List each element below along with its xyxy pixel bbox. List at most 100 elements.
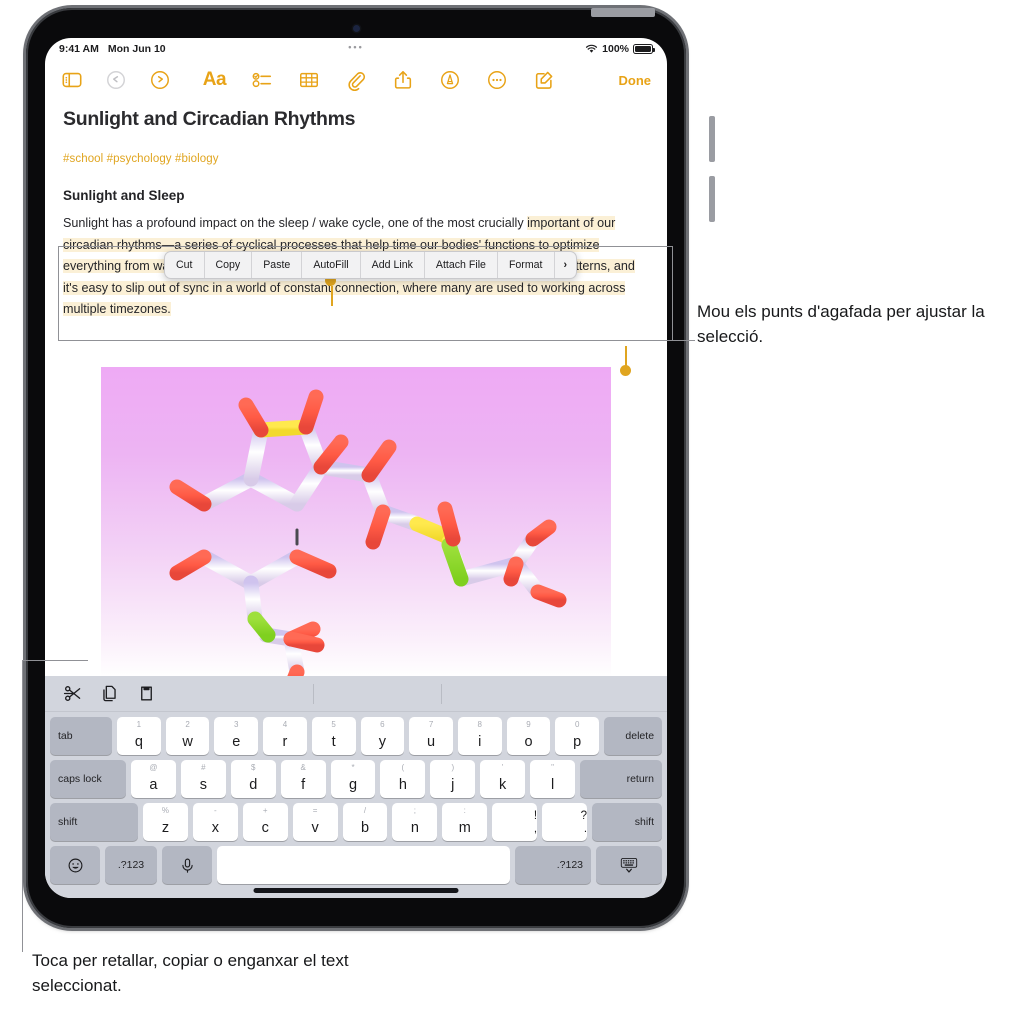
- keyboard-row-4: .?123 .?123: [45, 846, 667, 884]
- key-question-period[interactable]: ?.: [542, 803, 588, 841]
- key-k[interactable]: ' k: [480, 760, 526, 798]
- home-indicator[interactable]: [253, 888, 459, 893]
- checklist-icon[interactable]: [251, 69, 273, 91]
- key-k-main: k: [499, 777, 507, 793]
- key-numbers-right[interactable]: .?123: [515, 846, 591, 884]
- key-shift-left[interactable]: shift: [50, 803, 138, 841]
- text-context-menu[interactable]: Cut Copy Paste AutoFill Add Link Attach …: [164, 251, 578, 279]
- key-m[interactable]: :m: [442, 803, 488, 841]
- key-d[interactable]: $ d: [230, 760, 276, 798]
- key-d-main: d: [249, 777, 258, 793]
- menu-item-paste[interactable]: Paste: [252, 252, 303, 278]
- undo-icon[interactable]: [105, 69, 127, 91]
- key-e[interactable]: 3e: [214, 717, 259, 755]
- sidebar-toggle-icon[interactable]: [61, 69, 83, 91]
- key-v[interactable]: = v: [292, 803, 338, 841]
- status-time: 9:41 AM: [59, 43, 99, 55]
- key-w[interactable]: 2w: [165, 717, 210, 755]
- key-w-main: w: [182, 734, 193, 750]
- menu-item-format[interactable]: Format: [498, 252, 555, 278]
- key-n[interactable]: ; n: [392, 803, 438, 841]
- redo-icon[interactable]: [149, 69, 171, 91]
- selection-handle-end[interactable]: [620, 346, 631, 376]
- key-j[interactable]: ) j: [430, 760, 476, 798]
- menu-item-copy[interactable]: Copy: [205, 252, 253, 278]
- key-caps-lock[interactable]: caps lock: [50, 760, 126, 798]
- key-o-main: o: [524, 734, 533, 750]
- key-a[interactable]: @ a: [131, 760, 176, 798]
- microphone-icon[interactable]: [162, 846, 212, 884]
- key-z[interactable]: % z: [143, 803, 188, 841]
- more-ellipsis-icon[interactable]: [486, 69, 508, 91]
- scissors-icon[interactable]: [63, 684, 82, 703]
- key-shift-right[interactable]: shift: [592, 803, 663, 841]
- key-i-main: i: [478, 734, 482, 750]
- key-l[interactable]: " l: [530, 760, 576, 798]
- menu-item-cut[interactable]: Cut: [165, 252, 205, 278]
- note-subheading: Sunlight and Sleep: [63, 188, 185, 203]
- menu-item-autofill[interactable]: AutoFill: [302, 252, 361, 278]
- menu-item-add-link[interactable]: Add Link: [361, 252, 425, 278]
- key-l-main: l: [550, 777, 555, 793]
- key-r[interactable]: 4r: [263, 717, 307, 755]
- done-button[interactable]: Done: [619, 73, 652, 88]
- leader-line-selection-left: [58, 246, 60, 341]
- key-delete[interactable]: delete: [604, 717, 663, 755]
- note-title: Sunlight and Circadian Rhythms: [63, 108, 356, 130]
- key-y-sup: 6: [380, 720, 385, 729]
- molecule-image[interactable]: [101, 367, 611, 677]
- key-tab[interactable]: tab: [50, 717, 112, 755]
- emoji-icon[interactable]: [50, 846, 100, 884]
- menu-item-attach-file[interactable]: Attach File: [425, 252, 498, 278]
- key-c[interactable]: + c: [242, 803, 288, 841]
- hide-keyboard-icon[interactable]: [596, 846, 662, 884]
- keyboard-row-1: tab 1q 2w 3e 4r 5t 6y 7u 8i 9o 0p delete: [45, 717, 667, 755]
- key-i[interactable]: 8i: [457, 717, 502, 755]
- selection-handle-start[interactable]: [324, 275, 336, 306]
- key-f[interactable]: & f: [280, 760, 326, 798]
- key-o[interactable]: 9o: [506, 717, 551, 755]
- key-c-main: c: [261, 820, 269, 836]
- key-x[interactable]: -x: [192, 803, 238, 841]
- key-b[interactable]: / b: [342, 803, 388, 841]
- key-v-main: v: [311, 820, 319, 836]
- compose-icon[interactable]: [533, 69, 555, 91]
- key-r-sup: 4: [282, 720, 288, 729]
- copy-icon[interactable]: [100, 684, 119, 703]
- key-t[interactable]: 5t: [311, 717, 356, 755]
- key-exclaim-comma[interactable]: !,: [492, 803, 538, 841]
- leader-line-cut-vertical: [22, 660, 24, 952]
- share-icon[interactable]: [392, 69, 414, 91]
- key-u[interactable]: 7u: [409, 717, 453, 755]
- note-tags[interactable]: #school #psychology #biology: [63, 153, 649, 165]
- table-icon[interactable]: [298, 69, 320, 91]
- battery-percent-label: 100%: [602, 43, 629, 55]
- power-button[interactable]: [591, 8, 655, 17]
- paperclip-icon[interactable]: [345, 69, 367, 91]
- volume-up-button[interactable]: [709, 116, 715, 162]
- key-s[interactable]: # s: [180, 760, 226, 798]
- key-t-main: t: [331, 734, 336, 750]
- key-h-main: h: [398, 777, 407, 793]
- key-p[interactable]: 0p: [555, 717, 600, 755]
- key-numbers-left[interactable]: .?123: [105, 846, 157, 884]
- key-e-sup: 3: [234, 720, 239, 729]
- menu-item-more-chevron-icon[interactable]: ›: [555, 252, 577, 278]
- notes-toolbar: Aa Done: [45, 60, 667, 100]
- status-bar: 9:41 AM Mon Jun 10 ••• 100%: [45, 38, 667, 60]
- key-space[interactable]: [217, 846, 510, 884]
- volume-down-button[interactable]: [709, 176, 715, 222]
- key-q[interactable]: 1q: [117, 717, 161, 755]
- key-b-sup: /: [363, 806, 367, 815]
- key-question: ?: [580, 809, 588, 822]
- text-format-button[interactable]: Aa: [203, 69, 227, 91]
- key-h[interactable]: (h: [380, 760, 426, 798]
- key-j-main: j: [451, 777, 455, 793]
- dynamic-island-dots: •••: [348, 42, 364, 52]
- paste-icon[interactable]: [137, 684, 156, 703]
- key-y[interactable]: 6y: [360, 717, 405, 755]
- key-return[interactable]: return: [580, 760, 663, 798]
- key-q-main: q: [134, 734, 143, 750]
- markup-icon[interactable]: [439, 69, 461, 91]
- key-g[interactable]: * g: [330, 760, 376, 798]
